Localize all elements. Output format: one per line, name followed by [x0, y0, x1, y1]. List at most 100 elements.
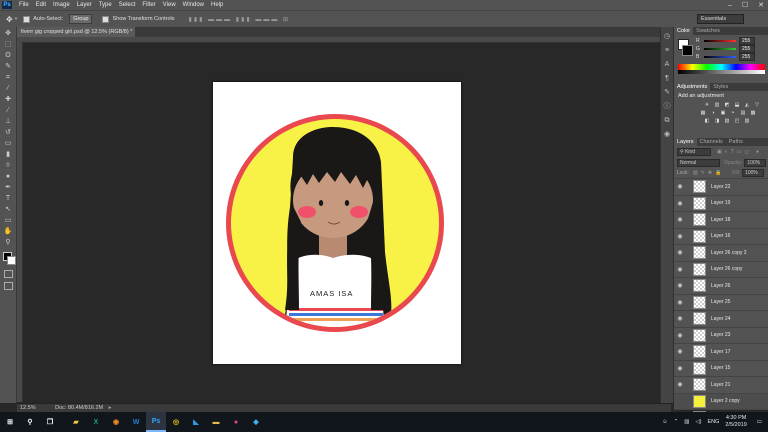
- history-brush-tool[interactable]: ↺: [3, 128, 13, 137]
- screen-mode-icon[interactable]: [4, 282, 13, 290]
- navigator-panel-icon[interactable]: ⧉: [663, 117, 671, 125]
- document-tab[interactable]: fiverr gig cropped girl.psd @ 12.5% (RGB…: [17, 27, 135, 45]
- visibility-eye-icon[interactable]: ◉: [674, 365, 686, 372]
- opacity-field[interactable]: 100%: [744, 159, 766, 167]
- close-button[interactable]: ✕: [758, 1, 764, 9]
- lasso-tool[interactable]: ʘ: [3, 51, 13, 60]
- layer-row[interactable]: ◉ Layer 26 copy: [674, 262, 768, 278]
- menu-edit[interactable]: Edit: [36, 2, 46, 8]
- shape-tool[interactable]: ▭: [3, 216, 13, 225]
- taskbar-map-pin-icon[interactable]: ●: [226, 412, 246, 432]
- layer-name[interactable]: Layer 18: [711, 217, 730, 223]
- gradient-fill-icon[interactable]: ▧: [743, 118, 751, 124]
- layer-name[interactable]: Layer 25: [711, 299, 730, 305]
- history-panel-icon[interactable]: ◷: [663, 33, 671, 41]
- layer-name[interactable]: Layer 17: [711, 349, 730, 355]
- menu-filter[interactable]: Filter: [142, 2, 155, 8]
- layer-row[interactable]: ◉ Layer 16: [674, 229, 768, 245]
- path-select-tool[interactable]: ↖: [3, 205, 13, 214]
- layer-name[interactable]: Layer 22: [711, 184, 730, 190]
- taskbar-blender-icon[interactable]: ◉: [106, 412, 126, 432]
- network-icon[interactable]: ▥: [684, 419, 689, 425]
- brightness-icon[interactable]: ☀: [703, 102, 711, 108]
- menu-window[interactable]: Window: [183, 2, 204, 8]
- fill-field[interactable]: 100%: [742, 169, 765, 177]
- slider-g[interactable]: G 255: [696, 45, 768, 53]
- eyedropper-tool[interactable]: ⁄: [3, 84, 13, 93]
- tab-swatches[interactable]: Swatches: [693, 28, 723, 34]
- threshold-icon[interactable]: ▨: [723, 118, 731, 124]
- layer-row[interactable]: ◉ Layer 24: [674, 311, 768, 328]
- layer-name[interactable]: Layer 26 copy 2: [711, 250, 747, 256]
- layer-name[interactable]: Layer 19: [711, 200, 730, 206]
- layer-name[interactable]: Layer 15: [711, 365, 730, 371]
- visibility-eye-icon[interactable]: ◉: [674, 348, 686, 355]
- taskbar-photoshop-icon[interactable]: Ps: [146, 412, 166, 432]
- show-transform-checkbox[interactable]: [102, 15, 110, 23]
- filter-icons[interactable]: ▣◐T▭◻ ●: [717, 149, 762, 155]
- taskbar-file-explorer-icon[interactable]: ▰: [66, 412, 86, 432]
- gradient-tool[interactable]: ▮: [3, 150, 13, 159]
- auto-select-dropdown[interactable]: Group: [69, 14, 93, 24]
- zoom-tool[interactable]: ⚲: [3, 238, 13, 247]
- menu-type[interactable]: Type: [99, 2, 112, 8]
- photo-filter-icon[interactable]: ◓: [729, 110, 737, 116]
- move-tool-dropdown-icon[interactable]: ▾: [15, 16, 18, 22]
- tab-layers[interactable]: Layers: [674, 138, 697, 146]
- layer-name[interactable]: Layer 23: [711, 332, 730, 338]
- tab-color[interactable]: Color: [674, 27, 694, 35]
- marquee-tool[interactable]: ⬚: [3, 40, 13, 49]
- layer-row[interactable]: ◉ Layer 19: [674, 196, 768, 212]
- minimize-button[interactable]: –: [728, 2, 732, 9]
- visibility-eye-icon[interactable]: ◉: [674, 183, 686, 190]
- notifications-icon[interactable]: ▭: [757, 419, 762, 425]
- layer-row[interactable]: ◉ Layer 26 copy 2: [674, 245, 768, 262]
- stamp-tool[interactable]: ⊥: [3, 117, 13, 126]
- menu-file[interactable]: File: [19, 2, 29, 8]
- maximize-button[interactable]: ☐: [742, 1, 748, 9]
- brush-tool[interactable]: ∕: [3, 106, 13, 115]
- black-white-icon[interactable]: ▣: [719, 110, 727, 116]
- slider-r[interactable]: R 255: [696, 37, 768, 45]
- blend-mode-dropdown[interactable]: Normal: [677, 159, 721, 167]
- taskbar-chrome-icon[interactable]: ◎: [166, 412, 186, 432]
- input-language[interactable]: ENG: [707, 419, 719, 425]
- invert-icon[interactable]: ◧: [703, 118, 711, 124]
- color-spectrum[interactable]: [678, 64, 765, 74]
- background-color-swatch[interactable]: [7, 256, 16, 265]
- menu-layer[interactable]: Layer: [77, 2, 92, 8]
- visibility-eye-icon[interactable]: ◉: [674, 200, 686, 207]
- menu-select[interactable]: Select: [119, 2, 136, 8]
- move-tool-icon[interactable]: ✥: [6, 15, 13, 24]
- layer-name[interactable]: Layer 21: [711, 382, 730, 388]
- blur-tool[interactable]: ◊: [3, 161, 13, 170]
- layer-name[interactable]: Layer 24: [711, 316, 730, 322]
- slider-b-value[interactable]: 255: [739, 53, 755, 61]
- posterize-icon[interactable]: ◨: [713, 118, 721, 124]
- visibility-eye-icon[interactable]: ◉: [674, 266, 686, 273]
- taskbar-word-icon[interactable]: W: [126, 412, 146, 432]
- layer-row[interactable]: ◉ Layer 17: [674, 344, 768, 361]
- hue-saturation-icon[interactable]: ▦: [699, 110, 707, 116]
- taskbar-excel-icon[interactable]: X: [86, 412, 106, 432]
- layer-name[interactable]: Layer 26: [711, 283, 730, 289]
- volume-icon[interactable]: ◁): [695, 419, 701, 425]
- color-lookup-icon[interactable]: ▩: [749, 110, 757, 116]
- taskbar-folder-icon[interactable]: ▬: [206, 412, 226, 432]
- brush-panel-icon[interactable]: ✎: [663, 89, 671, 97]
- layer-row[interactable]: ◉ Layer 22: [674, 179, 768, 196]
- clock[interactable]: 4:30 PM 2/5/2019: [725, 415, 746, 429]
- tab-styles[interactable]: Styles: [710, 84, 731, 90]
- libraries-panel-icon[interactable]: ◉: [663, 131, 671, 139]
- layer-row[interactable]: Layer 2 copy: [674, 393, 768, 410]
- layer-name[interactable]: Layer 26 copy: [711, 266, 742, 272]
- slider-g-value[interactable]: 255: [739, 45, 755, 53]
- healing-tool[interactable]: ✚: [3, 95, 13, 104]
- visibility-eye-icon[interactable]: ◉: [674, 216, 686, 223]
- document-canvas[interactable]: AMAS ISA: [213, 82, 461, 364]
- visibility-eye-icon[interactable]: ◉: [674, 282, 686, 289]
- quick-mask-icon[interactable]: [4, 270, 13, 278]
- layer-row[interactable]: ◉ Layer 25: [674, 295, 768, 311]
- tab-paths[interactable]: Paths: [726, 139, 746, 145]
- tab-channels[interactable]: Channels: [697, 139, 726, 145]
